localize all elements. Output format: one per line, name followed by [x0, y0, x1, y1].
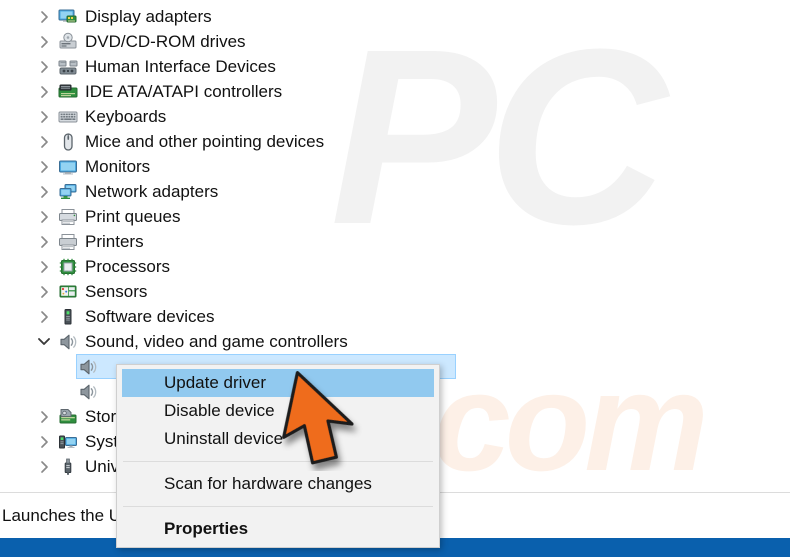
chevron-right-icon[interactable]: [36, 284, 52, 300]
dvd-drive-icon: [58, 32, 78, 52]
print-queue-icon: [58, 207, 78, 227]
tree-item-label: Keyboards: [85, 106, 167, 126]
tree-item-label: Monitors: [85, 156, 151, 176]
tree-item-monitors[interactable]: Monitors: [0, 154, 790, 179]
monitor-icon: [58, 157, 78, 177]
chevron-right-icon[interactable]: [36, 409, 52, 425]
tree-item-label: Display adapters: [85, 6, 212, 26]
expander-placeholder: [56, 359, 72, 375]
display-adapter-icon: [58, 7, 78, 27]
tree-item-label: Syst: [85, 431, 119, 451]
chevron-right-icon[interactable]: [36, 84, 52, 100]
menu-item-scan-for-hardware-changes[interactable]: Scan for hardware changes: [117, 470, 439, 498]
tree-item-label: Mice and other pointing devices: [85, 131, 325, 151]
menu-item-uninstall-device[interactable]: Uninstall device: [117, 425, 439, 453]
tree-item-human-interface-devices[interactable]: Human Interface Devices: [0, 54, 790, 79]
tree-item-keyboards[interactable]: Keyboards: [0, 104, 790, 129]
chevron-right-icon[interactable]: [36, 134, 52, 150]
chevron-right-icon[interactable]: [36, 184, 52, 200]
printer-icon: [58, 232, 78, 252]
tree-item-display-adapters[interactable]: Display adapters: [0, 4, 790, 29]
tree-item-label: Print queues: [85, 206, 181, 226]
system-device-icon: [58, 432, 78, 452]
hid-icon: [58, 57, 78, 77]
tree-item-network-adapters[interactable]: Network adapters: [0, 179, 790, 204]
tree-item-label: Printers: [85, 231, 144, 251]
tree-item-sound-video-and-game-controllers[interactable]: Sound, video and game controllers: [0, 329, 790, 354]
device-manager-screen: PC .com Display adapters DVD/CD-ROM drive…: [0, 0, 790, 557]
tree-item-label: Human Interface Devices: [85, 56, 276, 76]
tree-item-label: Sensors: [85, 281, 148, 301]
menu-item-disable-device[interactable]: Disable device: [117, 397, 439, 425]
storage-controller-icon: [58, 407, 78, 427]
chevron-right-icon[interactable]: [36, 59, 52, 75]
menu-item-update-driver[interactable]: Update driver: [122, 369, 434, 397]
chevron-right-icon[interactable]: [36, 234, 52, 250]
tree-item-label: Network adapters: [85, 181, 219, 201]
speaker-icon: [78, 382, 98, 402]
sensor-icon: [58, 282, 78, 302]
chevron-right-icon[interactable]: [36, 9, 52, 25]
tree-item-label: Processors: [85, 256, 171, 276]
chevron-right-icon[interactable]: [36, 459, 52, 475]
menu-separator: [123, 506, 433, 507]
network-adapter-icon: [58, 182, 78, 202]
processor-icon: [58, 257, 78, 277]
chevron-down-icon[interactable]: [36, 334, 52, 350]
status-bar-text: Launches the Up: [2, 506, 131, 525]
tree-item-print-queues[interactable]: Print queues: [0, 204, 790, 229]
context-menu[interactable]: Update driver Disable device Uninstall dev…: [116, 364, 440, 548]
chevron-right-icon[interactable]: [36, 259, 52, 275]
software-device-icon: [58, 307, 78, 327]
usb-controller-icon: [58, 457, 78, 477]
ide-controller-icon: [58, 82, 78, 102]
speaker-icon: [78, 357, 98, 377]
menu-separator: [123, 461, 433, 462]
tree-item-label: Univ: [85, 456, 120, 476]
tree-item-label: Software devices: [85, 306, 215, 326]
chevron-right-icon[interactable]: [36, 109, 52, 125]
tree-item-processors[interactable]: Processors: [0, 254, 790, 279]
chevron-right-icon[interactable]: [36, 34, 52, 50]
tree-item-software-devices[interactable]: Software devices: [0, 304, 790, 329]
expander-placeholder: [56, 384, 72, 400]
tree-item-label: Stor: [85, 406, 117, 426]
tree-item-mice-and-other-pointing-devices[interactable]: Mice and other pointing devices: [0, 129, 790, 154]
chevron-right-icon[interactable]: [36, 309, 52, 325]
tree-item-ide-ata-atapi-controllers[interactable]: IDE ATA/ATAPI controllers: [0, 79, 790, 104]
mouse-icon: [58, 132, 78, 152]
menu-item-properties[interactable]: Properties: [117, 515, 439, 543]
tree-item-dvd-cd-rom-drives[interactable]: DVD/CD-ROM drives: [0, 29, 790, 54]
tree-item-label: DVD/CD-ROM drives: [85, 31, 246, 51]
chevron-right-icon[interactable]: [36, 159, 52, 175]
chevron-right-icon[interactable]: [36, 434, 52, 450]
tree-item-label: Sound, video and game controllers: [85, 331, 348, 351]
tree-item-sensors[interactable]: Sensors: [0, 279, 790, 304]
tree-item-label: IDE ATA/ATAPI controllers: [85, 81, 283, 101]
speaker-icon: [58, 332, 78, 352]
tree-item-printers[interactable]: Printers: [0, 229, 790, 254]
chevron-right-icon[interactable]: [36, 209, 52, 225]
keyboard-icon: [58, 107, 78, 127]
